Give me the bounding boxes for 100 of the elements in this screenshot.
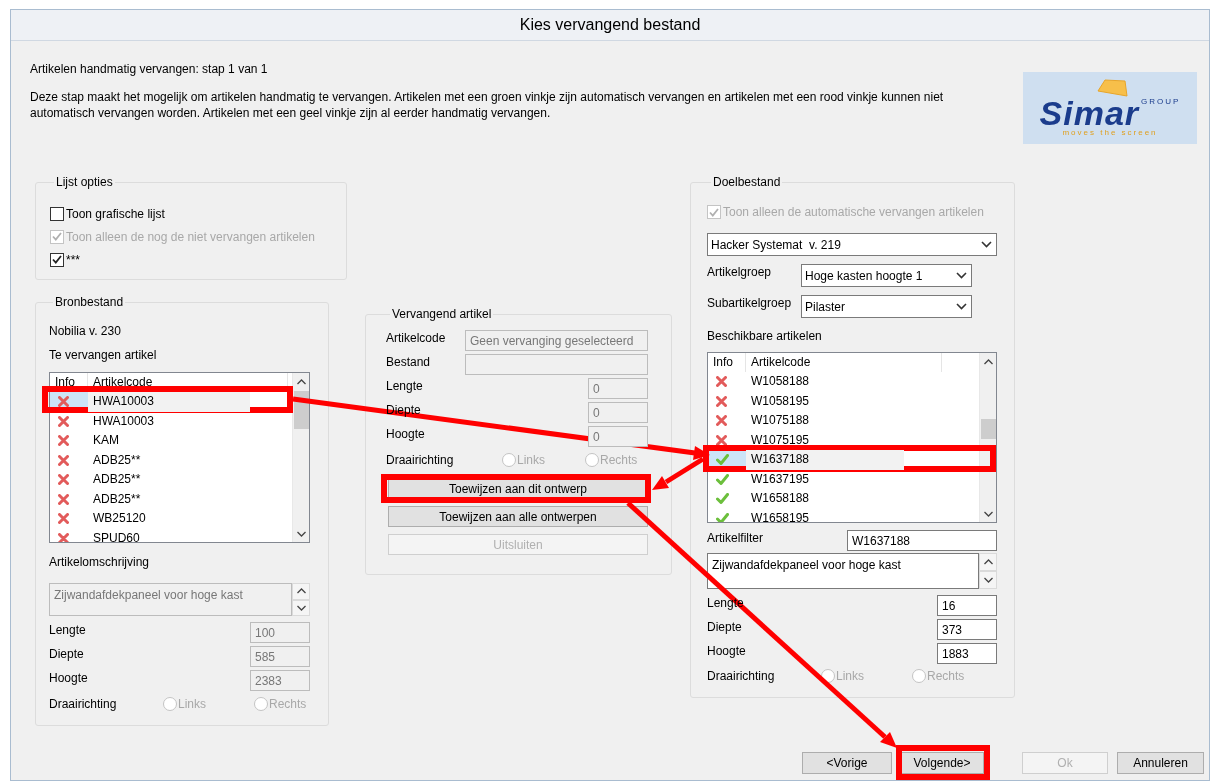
list-label: Te vervangen artikel xyxy=(49,347,158,363)
cross-icon xyxy=(58,454,69,466)
scrollbar[interactable] xyxy=(292,373,309,542)
logo-wordmark: Simar xyxy=(1039,98,1140,128)
field-label: Lengte xyxy=(49,622,86,638)
list-row[interactable]: WB25120 xyxy=(50,509,250,529)
checkbox[interactable]: *** xyxy=(50,249,80,270)
field-label: Artikelomschrijving xyxy=(49,554,151,570)
field-label: Hoogte xyxy=(386,426,425,442)
scroll-up-button[interactable] xyxy=(292,583,310,600)
dropdown[interactable]: Hacker Systemat v. 219 xyxy=(707,233,997,256)
dropdown[interactable]: Hoge kasten hoogte 1 xyxy=(801,264,972,287)
article-code: W1058188 xyxy=(750,373,811,390)
dialog-button[interactable]: Volgende> xyxy=(900,752,984,774)
list-row[interactable]: ADB25** xyxy=(50,450,250,470)
chevron-down-icon xyxy=(296,604,306,611)
list-row[interactable]: HWA10003 xyxy=(50,411,250,431)
article-code: W1637195 xyxy=(750,470,811,488)
step-label: Artikelen handmatig vervangen: stap 1 van 1 xyxy=(30,61,269,77)
group-title: Doelbestand xyxy=(712,174,782,190)
chevron-up-icon xyxy=(983,559,993,565)
field-label: Bestand xyxy=(386,354,431,370)
field-label: Artikelfilter xyxy=(707,530,763,546)
chevron-down-icon xyxy=(981,241,992,248)
field-label: Diepte xyxy=(49,646,84,662)
article-code: W1658188 xyxy=(750,490,811,507)
number-field[interactable]: 1883 xyxy=(937,643,997,664)
article-code: WB25120 xyxy=(92,510,147,527)
list-label: Beschikbare artikelen xyxy=(707,328,823,344)
list-row[interactable]: KAM xyxy=(50,431,250,451)
list-row[interactable]: ADB25** xyxy=(50,470,250,490)
checkbox[interactable]: Toon grafische lijst xyxy=(50,203,165,224)
column-header[interactable]: Info xyxy=(708,353,746,372)
dialog-button[interactable]: <Vorige xyxy=(802,752,892,774)
field-label: Diepte xyxy=(707,619,742,635)
number-field[interactable]: 373 xyxy=(937,619,997,640)
list-row[interactable]: W1075195 xyxy=(708,430,904,450)
chevron-down-icon xyxy=(956,272,967,279)
group-title: Bronbestand xyxy=(54,294,125,310)
list-row[interactable]: SPUD60 xyxy=(50,528,250,542)
chevron-down-icon xyxy=(983,510,993,517)
number-field[interactable]: 16 xyxy=(937,595,997,616)
cross-icon xyxy=(716,395,727,407)
field-label: Lengte xyxy=(386,378,423,394)
dialog-button[interactable]: Toewijzen aan alle ontwerpen xyxy=(388,506,648,527)
filter-field[interactable]: W1637188 xyxy=(847,530,997,551)
field-label: Artikelgroep xyxy=(707,264,773,280)
scroll-up-button[interactable] xyxy=(979,553,997,571)
chevron-down-icon xyxy=(296,530,306,537)
article-code: ADB25** xyxy=(92,451,142,469)
column-header[interactable]: Artikelcode xyxy=(746,353,942,372)
check-icon xyxy=(716,473,729,485)
chevron-down-icon xyxy=(983,577,993,583)
list-row[interactable]: ADB25** xyxy=(50,489,250,509)
list-row[interactable]: W1075188 xyxy=(708,411,904,431)
scroll-thumb[interactable] xyxy=(981,419,996,439)
logo-mark-icon xyxy=(1097,79,1129,97)
list-row[interactable]: W1058195 xyxy=(708,391,904,411)
logo-group: GROUP xyxy=(1141,97,1181,106)
list-row[interactable]: HWA10003 xyxy=(50,392,250,412)
list-row[interactable]: W1058188 xyxy=(708,372,904,392)
cross-icon xyxy=(58,435,69,447)
field-label: Artikelcode xyxy=(386,330,446,346)
article-code: W1075195 xyxy=(750,431,811,449)
cross-icon xyxy=(716,415,727,427)
text-area[interactable]: Zijwandafdekpaneel voor hoge kast xyxy=(707,553,979,589)
checkmark-icon xyxy=(52,255,62,264)
list-row[interactable]: W1637195 xyxy=(708,469,904,489)
cross-icon xyxy=(58,493,69,505)
article-code: SPUD60 xyxy=(92,529,141,542)
chevron-up-icon xyxy=(983,358,993,365)
article-code: HWA10003 xyxy=(88,392,250,412)
cross-icon xyxy=(58,415,69,427)
field-label: Draairichting xyxy=(49,696,118,713)
source-file-name: Nobilia v. 230 xyxy=(49,323,122,339)
cross-icon xyxy=(58,513,69,525)
list-row[interactable]: W1658195 xyxy=(708,508,904,522)
field-label: Draairichting xyxy=(707,668,776,685)
list-row[interactable]: W1637188 xyxy=(708,450,904,470)
field-label: Hoogte xyxy=(707,643,746,659)
checkmark-icon xyxy=(52,232,62,241)
field-label: Draairichting xyxy=(386,452,455,469)
group-title: Lijst opties xyxy=(55,174,114,190)
list-row[interactable]: W1658188 xyxy=(708,489,904,509)
chevron-down-icon xyxy=(956,303,967,310)
cross-icon xyxy=(716,376,727,388)
chevron-up-icon xyxy=(296,378,306,385)
group-title: Vervangend artikel xyxy=(391,306,493,322)
description-text: Deze stap maakt het mogelijk om artikelen handmatig te vervangen. Artikelen met een groen vinkje zijn automatisch vervangen en artikelen met een rood vinkje kunnen niet automatisch vervangen worden. Artikelen met een geel vinkje zijn al eerder handmatig vervangen. xyxy=(30,89,945,121)
article-code: W1637188 xyxy=(746,450,904,470)
dialog-button[interactable]: Annuleren xyxy=(1117,752,1204,774)
article-code: ADB25** xyxy=(92,490,142,508)
article-code: HWA10003 xyxy=(92,412,155,430)
scroll-down-button[interactable] xyxy=(979,571,997,589)
dropdown[interactable]: Pilaster xyxy=(801,295,972,318)
cross-icon xyxy=(58,532,69,542)
checkmark-icon xyxy=(709,207,719,217)
article-code: ADB25** xyxy=(92,471,142,488)
cross-icon xyxy=(716,434,727,446)
field-label: Hoogte xyxy=(49,670,88,686)
